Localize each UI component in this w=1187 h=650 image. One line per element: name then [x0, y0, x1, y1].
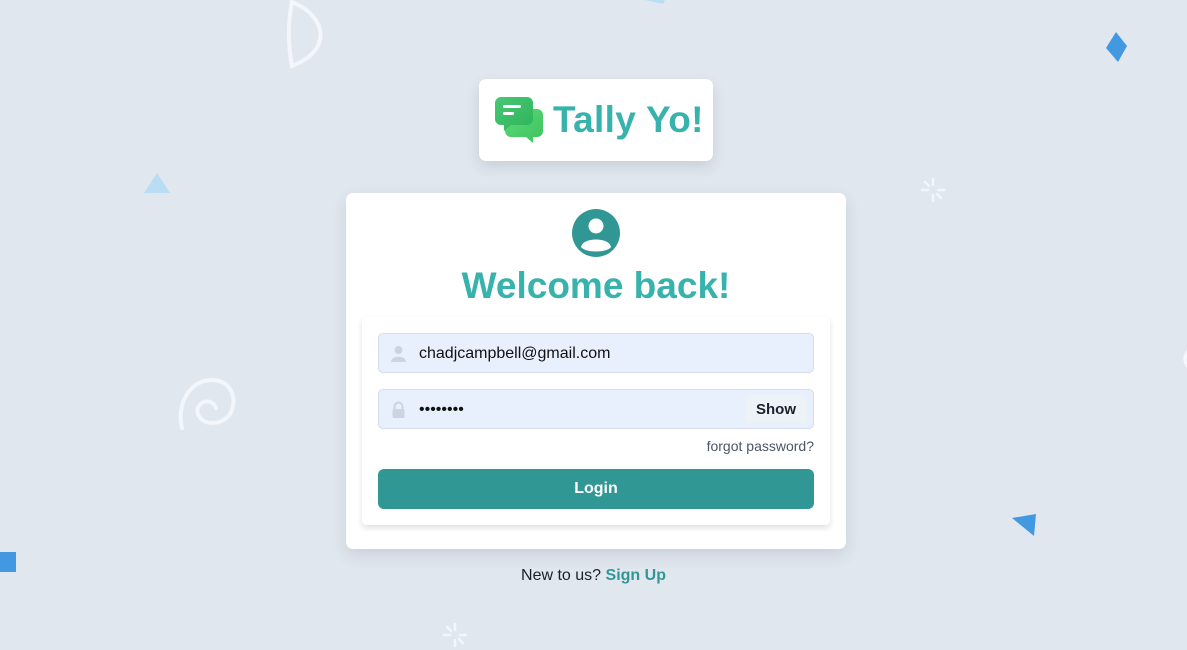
user-icon [391, 346, 406, 362]
chat-bubbles-icon [495, 97, 543, 143]
decorative-sparkle-shape [442, 622, 468, 648]
password-field[interactable]: •••••••• Show [378, 389, 814, 429]
decorative-spiral-shape [178, 377, 236, 430]
lock-icon [392, 401, 405, 418]
forgot-password-link[interactable]: forgot password? [707, 438, 814, 454]
decorative-sparkle-shape [920, 177, 946, 203]
brand-logo: Tally Yo! [479, 79, 713, 161]
page-title: Welcome back! [461, 265, 731, 306]
login-button[interactable]: Login [378, 469, 814, 509]
password-value[interactable]: •••••••• [419, 401, 464, 419]
decorative-triangle-shape [144, 173, 170, 193]
signup-prompt: New to us? Sign Up [0, 567, 1187, 585]
decorative-edge-shape [1183, 350, 1187, 368]
show-password-button[interactable]: Show [745, 395, 807, 423]
decorative-blue-triangle-shape [1012, 514, 1036, 536]
decorative-crescent-shape [287, 0, 323, 69]
signup-link[interactable]: Sign Up [606, 567, 666, 584]
login-form: chadjcampbell@gmail.com •••••••• Show fo… [362, 317, 830, 525]
login-card: Welcome back! chadjcampbell@gmail.com ••… [346, 193, 846, 549]
email-field[interactable]: chadjcampbell@gmail.com [378, 333, 814, 373]
email-value[interactable]: chadjcampbell@gmail.com [419, 345, 610, 363]
brand-name: Tally Yo! [553, 99, 704, 140]
decorative-diamond-shape [1106, 32, 1127, 62]
user-circle-icon [572, 209, 620, 257]
decorative-sliver-shape [645, 0, 665, 4]
signup-prompt-text: New to us? [521, 567, 602, 584]
